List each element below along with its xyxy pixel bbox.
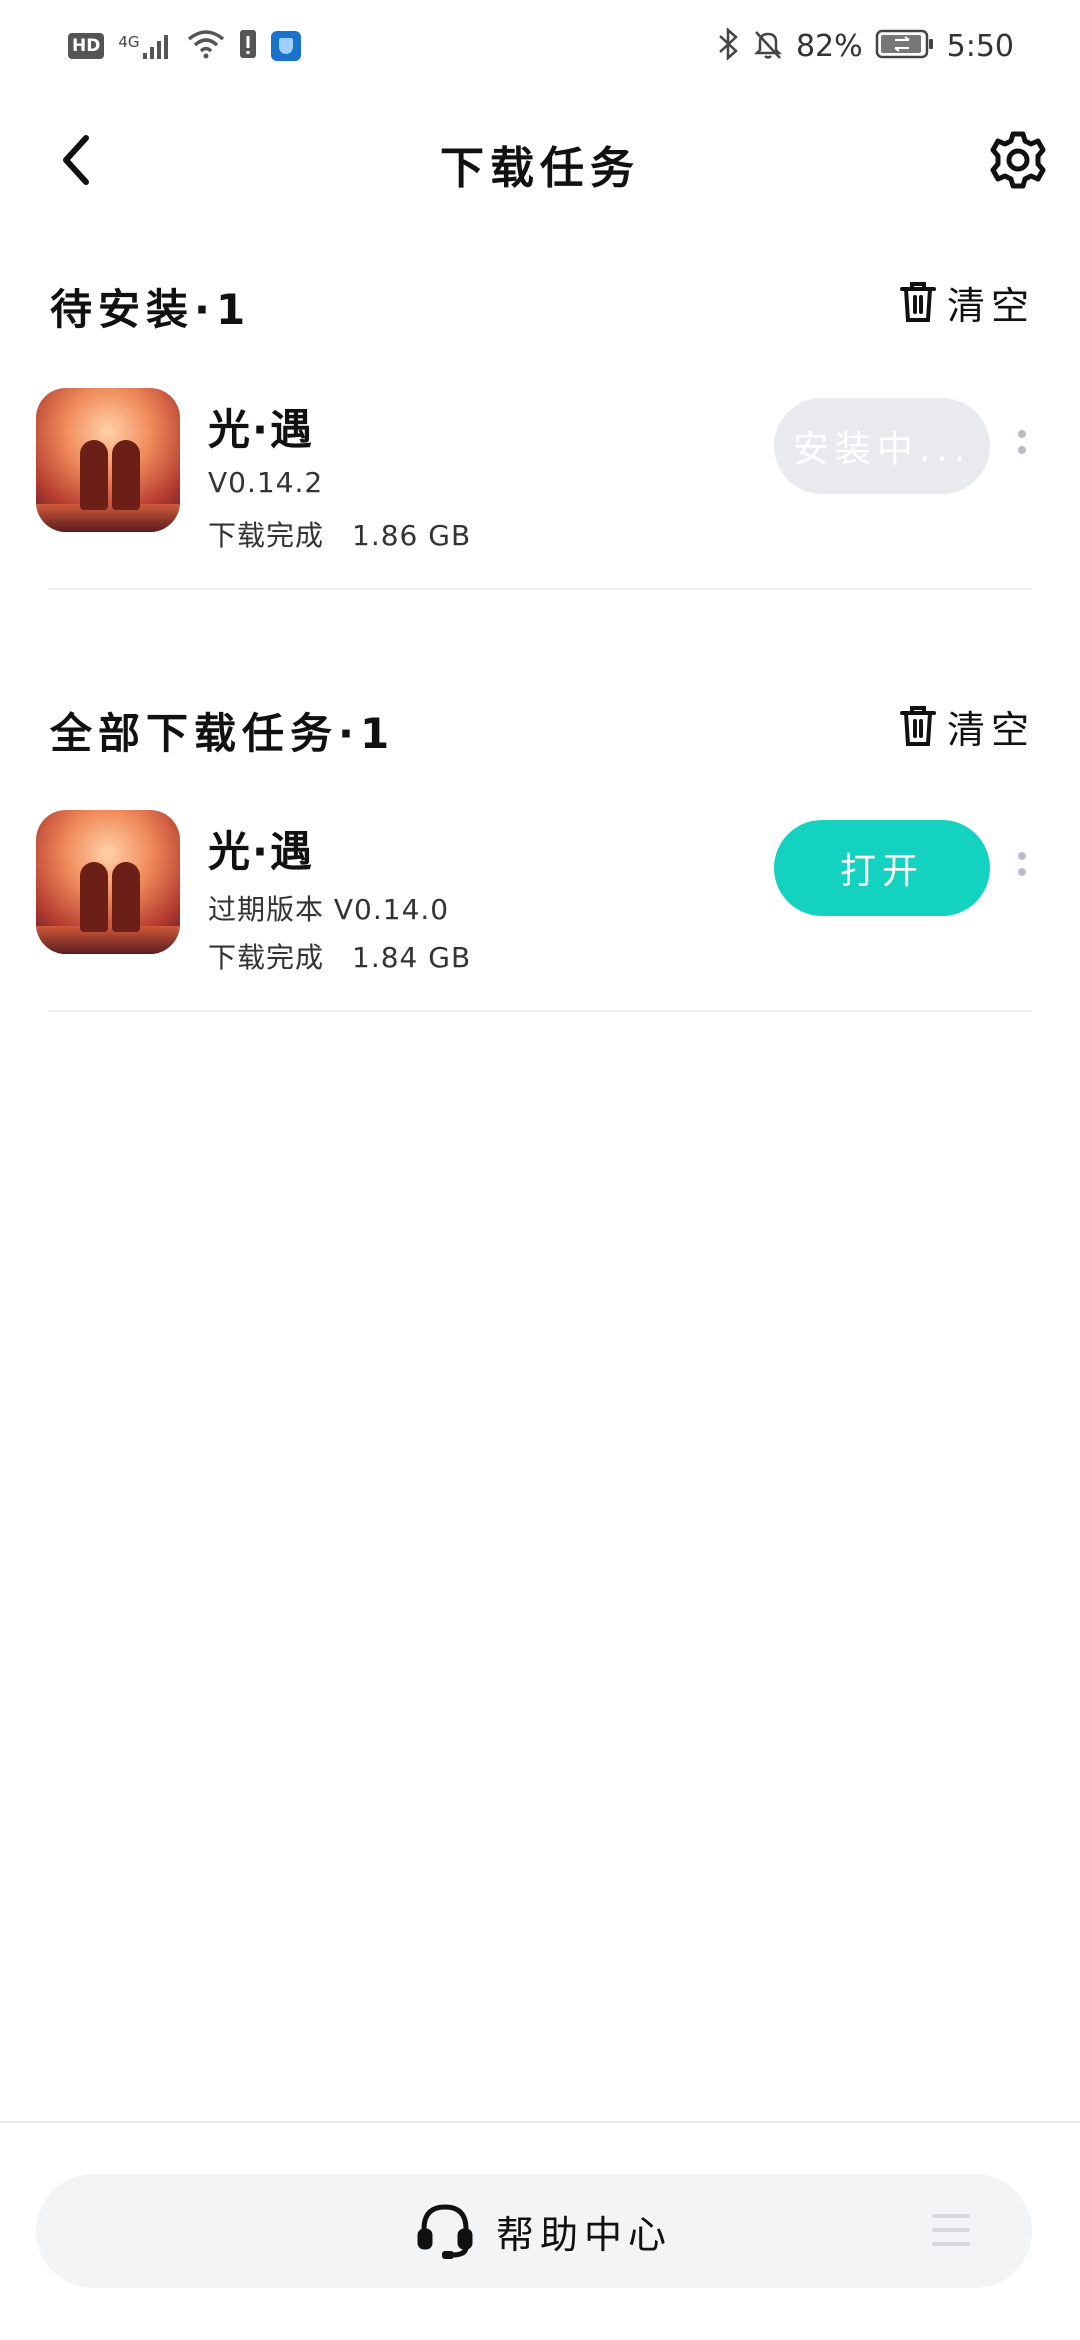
wifi-icon xyxy=(187,29,225,63)
all-section-header: 全部下载任务·1 清空 xyxy=(50,692,1035,762)
network-type: 4G xyxy=(118,33,140,51)
signal-icon: 4G xyxy=(118,31,172,61)
trash-icon xyxy=(899,282,936,322)
menu-lines-icon[interactable] xyxy=(932,2210,970,2250)
settings-gear-icon xyxy=(990,131,1046,189)
app-download-status: 下载完成 1.84 GB xyxy=(208,936,471,976)
headset-icon xyxy=(417,2204,473,2259)
all-clear-button[interactable]: 清空 xyxy=(899,696,1035,756)
battery-icon xyxy=(875,28,935,64)
app-icon xyxy=(36,388,180,532)
all-task-row[interactable]: 光·遇 过期版本 V0.14.0 下载完成 1.84 GB 打开 xyxy=(0,810,1080,990)
pending-task-row[interactable]: 光·遇 V0.14.2 下载完成 1.86 GB 安装中... xyxy=(0,388,1080,568)
pending-clear-button[interactable]: 清空 xyxy=(899,272,1035,332)
download-status-text: 下载完成 xyxy=(208,519,325,552)
clock: 5:50 xyxy=(946,28,1014,64)
app-download-status: 下载完成 1.86 GB xyxy=(208,514,471,554)
open-button[interactable]: 打开 xyxy=(774,820,990,916)
settings-button[interactable] xyxy=(986,128,1050,192)
status-left: HD 4G xyxy=(68,26,301,66)
app-name: 光·遇 xyxy=(208,405,314,454)
installing-button[interactable]: 安装中... xyxy=(774,398,990,494)
help-center-label: 帮助中心 xyxy=(496,2212,673,2257)
download-size: 1.84 GB xyxy=(352,941,472,974)
page-title: 下载任务 xyxy=(440,143,640,194)
security-shield-icon xyxy=(270,31,301,61)
hd-badge: HD xyxy=(68,33,105,59)
sim-alert-icon xyxy=(239,28,257,64)
app-version: 过期版本 V0.14.0 xyxy=(208,893,450,926)
app-name: 光·遇 xyxy=(208,827,314,876)
divider xyxy=(48,1010,1032,1012)
all-section-title: 全部下载任务·1 xyxy=(50,709,396,758)
header: 下载任务 xyxy=(0,110,1080,210)
divider xyxy=(48,588,1032,590)
mute-bell-icon xyxy=(752,28,784,64)
bottom-divider xyxy=(0,2121,1080,2123)
more-vertical-icon[interactable] xyxy=(1012,426,1032,466)
bluetooth-icon xyxy=(716,27,740,65)
status-bar: HD 4G 82% 5:50 xyxy=(0,0,1080,90)
status-right: 82% 5:50 xyxy=(716,26,1014,66)
download-size: 1.86 GB xyxy=(352,519,472,552)
pending-clear-label: 清空 xyxy=(946,283,1035,328)
pending-section-header: 待安装·1 清空 xyxy=(50,268,1035,338)
battery-percent: 82% xyxy=(795,28,863,64)
more-vertical-icon[interactable] xyxy=(1012,848,1032,888)
help-center-button[interactable]: 帮助中心 xyxy=(416,2196,672,2266)
app-version: V0.14.2 xyxy=(208,466,324,499)
pending-section-title: 待安装·1 xyxy=(50,285,252,334)
app-icon xyxy=(36,810,180,954)
trash-icon xyxy=(899,706,936,746)
download-status-text: 下载完成 xyxy=(208,941,325,974)
all-clear-label: 清空 xyxy=(946,707,1035,752)
bottom-bar: 帮助中心 xyxy=(36,2174,1032,2288)
